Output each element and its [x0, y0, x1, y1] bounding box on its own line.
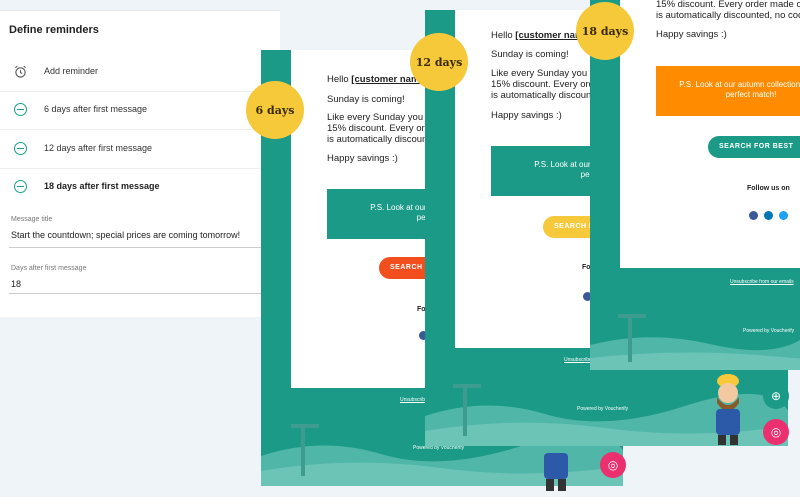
reminder-item-18-days[interactable]: 18 days after first message	[0, 168, 270, 206]
compass-button[interactable]: ◎	[600, 452, 626, 478]
badge-18-days: 18 days	[576, 2, 634, 60]
badge-6-days: 6 days	[246, 81, 304, 139]
compass-icon: ◎	[607, 458, 619, 472]
sunday-line: Sunday is coming!	[327, 94, 405, 105]
email-preview-18-days: 15% discount. Every order made on Sunday…	[590, 0, 800, 370]
input-underline	[9, 247, 271, 248]
sign-off: Happy savings :)	[656, 29, 727, 40]
alarm-clock-icon	[15, 65, 26, 78]
mascot-illustration	[544, 453, 568, 491]
compass-button[interactable]: ◎	[763, 419, 789, 445]
twitter-icon[interactable]	[779, 211, 788, 220]
compass-icon: ◎	[770, 425, 782, 439]
follow-us-label: Follow us on	[747, 185, 790, 192]
linkedin-icon[interactable]	[764, 211, 773, 220]
mascot-illustration	[716, 374, 740, 445]
ps-text: perfect match!	[725, 90, 777, 99]
reminder-label: 6 days after first message	[44, 104, 148, 114]
reminder-item-12-days[interactable]: 12 days after first message	[0, 130, 270, 169]
remove-reminder-icon[interactable]	[14, 103, 27, 116]
email-body: 15% discount. Every order made on Sunday…	[620, 0, 800, 268]
facebook-icon[interactable]	[749, 211, 758, 220]
reminder-label: 18 days after first message	[44, 181, 160, 191]
remove-reminder-icon[interactable]	[14, 142, 27, 155]
help-button[interactable]: ⊕	[763, 383, 789, 409]
body-line: is automatically discounted, no code nee…	[656, 10, 800, 21]
days-label: Days after first message	[11, 265, 87, 272]
sign-off: Happy savings :)	[491, 110, 562, 121]
body-line: 15% discount. Every order made on Sunday	[656, 0, 800, 10]
landscape-illustration	[590, 314, 800, 370]
add-reminder-row[interactable]: Add reminder	[0, 53, 270, 92]
lifebuoy-icon: ⊕	[770, 389, 782, 403]
reminder-label: 12 days after first message	[44, 143, 153, 153]
unsubscribe-link[interactable]: Unsubscribe from our emails	[730, 279, 794, 285]
message-title-label: Message title	[11, 216, 53, 223]
sign-off: Happy savings :)	[327, 153, 398, 164]
ps-text: P.S. Look at our autumn collection - you…	[679, 80, 800, 89]
days-input[interactable]: 18	[11, 279, 21, 289]
reminders-panel: Define reminders Add reminder 6 days aft…	[0, 10, 280, 317]
sunday-line: Sunday is coming!	[491, 49, 569, 60]
ps-banner: P.S. Look at our autumn collection - you…	[656, 66, 800, 116]
message-title-input[interactable]: Start the countdown; special prices are …	[11, 230, 240, 240]
input-underline	[9, 293, 271, 294]
reminder-item-6-days[interactable]: 6 days after first message	[0, 91, 270, 130]
remove-reminder-icon[interactable]	[14, 180, 27, 193]
panel-title: Define reminders	[9, 24, 99, 36]
add-reminder-label: Add reminder	[44, 66, 99, 76]
badge-12-days: 12 days	[410, 33, 468, 91]
search-deals-button[interactable]: SEARCH FOR BEST DEALS	[708, 136, 800, 172]
